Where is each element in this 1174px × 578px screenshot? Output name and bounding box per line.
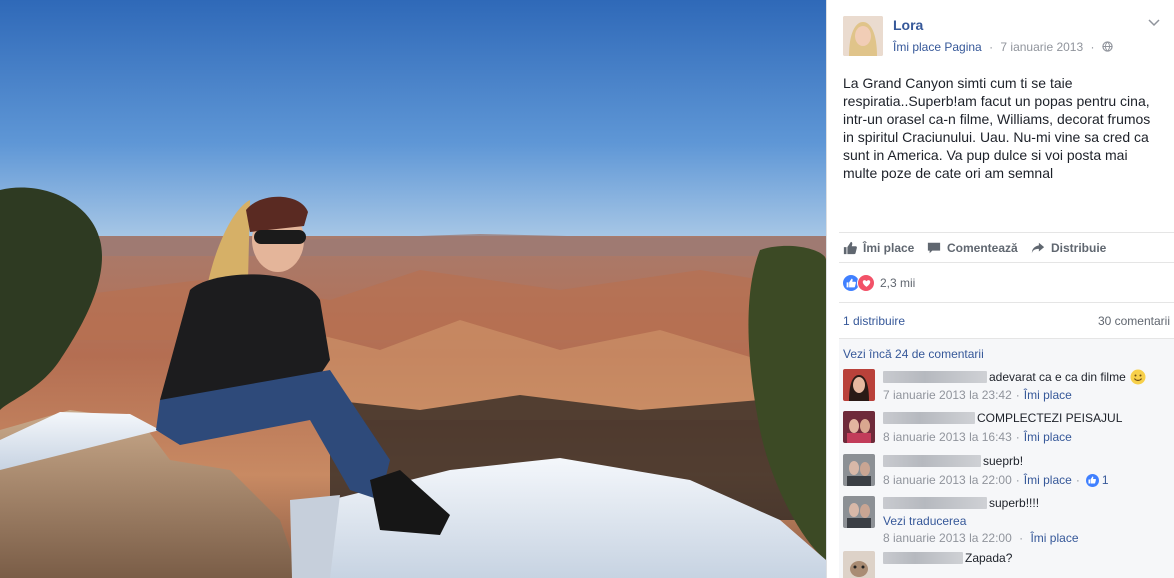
post-header: Lora Îmi place Pagina · 7 ianuarie 2013 …: [843, 16, 1162, 60]
comment-item: Zapada?: [843, 551, 1168, 578]
comment-body: Zapada?: [883, 551, 1012, 565]
comment-date[interactable]: 8 ianuarie 2013 la 22:00: [883, 531, 1012, 545]
comment-text: Zapada?: [965, 551, 1013, 565]
comment-like-link[interactable]: Îmi place: [1024, 473, 1072, 487]
comments-count[interactable]: 30 comentarii: [1098, 314, 1170, 328]
commenter-name-blurred[interactable]: [883, 371, 987, 383]
comment-body: adevarat ca e ca din filme: [883, 369, 1146, 385]
meta-separator: ·: [1015, 473, 1020, 487]
like-reaction-icon: [1085, 473, 1099, 487]
action-bar: Îmi place Comentează Distribuie: [839, 232, 1174, 263]
see-translation-link[interactable]: Vezi traducerea: [883, 514, 966, 528]
post-caption: La Grand Canyon simti cum ti se taie res…: [843, 75, 1151, 181]
smiley-emoji-icon: [1130, 369, 1146, 385]
post-stats: 1 distribuire 30 comentarii: [839, 302, 1174, 339]
commenter-name-blurred[interactable]: [883, 497, 987, 509]
comment-date[interactable]: 7 ianuarie 2013 la 23:42: [883, 388, 1012, 402]
comment-text: adevarat ca e ca din filme: [989, 370, 1126, 384]
meta-separator: ·: [989, 40, 994, 54]
meta-separator: ·: [1015, 430, 1020, 444]
meta-separator: ·: [1015, 388, 1020, 402]
post-meta: Îmi place Pagina · 7 ianuarie 2013 ·: [893, 40, 1113, 54]
comment-item: sueprb! 8 ianuarie 2013 la 22:00 · Îmi p…: [843, 454, 1168, 494]
comment-button[interactable]: Comentează: [927, 241, 1018, 255]
author-name[interactable]: Lora: [893, 17, 923, 33]
like-button[interactable]: Îmi place: [843, 241, 914, 255]
comment-meta: 8 ianuarie 2013 la 22:00 · Îmi place · 1: [883, 473, 1109, 487]
comment-body: COMPLECTEZI PEISAJUL: [883, 411, 1122, 425]
shares-count[interactable]: 1 distribuire: [843, 314, 905, 328]
meta-separator: ·: [1019, 531, 1024, 545]
comment-like-link[interactable]: Îmi place: [1024, 388, 1072, 402]
comment-label: Comentează: [947, 241, 1018, 255]
comment-meta: 8 ianuarie 2013 la 22:00 · Îmi place: [883, 531, 1079, 545]
commenter-avatar[interactable]: [843, 369, 875, 401]
post-sidebar: Lora Îmi place Pagina · 7 ianuarie 2013 …: [826, 0, 1174, 578]
comment-body: sueprb!: [883, 454, 1023, 468]
commenter-name-blurred[interactable]: [883, 455, 981, 467]
grand-canyon-photo: [0, 0, 826, 578]
comment-meta: 8 ianuarie 2013 la 16:43 · Îmi place: [883, 430, 1072, 444]
comment-meta: 7 ianuarie 2013 la 23:42 · Îmi place: [883, 388, 1072, 402]
view-more-comments-link[interactable]: Vezi încă 24 de comentarii: [843, 347, 984, 361]
comments-section: Vezi încă 24 de comentarii adevarat ca e…: [839, 338, 1174, 578]
share-button[interactable]: Distribuie: [1031, 241, 1106, 255]
commenter-avatar[interactable]: [843, 454, 875, 486]
reactions-summary[interactable]: 2,3 mii: [839, 262, 1174, 303]
chevron-down-icon[interactable]: [1148, 16, 1160, 30]
comment-body: superb!!!!: [883, 496, 1039, 510]
author-avatar[interactable]: [843, 16, 883, 56]
like-label: Îmi place: [863, 241, 915, 255]
photo[interactable]: [0, 0, 826, 578]
comment-icon: [927, 242, 941, 254]
commenter-name-blurred[interactable]: [883, 412, 975, 424]
thumbs-up-icon: [843, 241, 857, 255]
comment-like-count[interactable]: 1: [1102, 473, 1109, 487]
comment-text: superb!!!!: [989, 496, 1040, 510]
comment-date[interactable]: 8 ianuarie 2013 la 16:43: [883, 430, 1012, 444]
globe-icon: [1102, 41, 1113, 52]
reaction-count[interactable]: 2,3 mii: [880, 276, 915, 290]
comment-like-link[interactable]: Îmi place: [1030, 531, 1078, 545]
share-icon: [1031, 242, 1045, 254]
comment-item: adevarat ca e ca din filme 7 ianuarie 20…: [843, 369, 1168, 409]
comment-item: COMPLECTEZI PEISAJUL 8 ianuarie 2013 la …: [843, 411, 1168, 451]
meta-separator: ·: [1075, 473, 1080, 487]
comment-text: sueprb!: [983, 454, 1024, 468]
post-date[interactable]: 7 ianuarie 2013: [1000, 40, 1083, 54]
comment-date[interactable]: 8 ianuarie 2013 la 22:00: [883, 473, 1012, 487]
share-label: Distribuie: [1051, 241, 1107, 255]
commenter-avatar[interactable]: [843, 551, 875, 578]
like-page-link[interactable]: Îmi place Pagina: [893, 40, 982, 54]
commenter-avatar[interactable]: [843, 411, 875, 443]
photo-viewer: Lora Îmi place Pagina · 7 ianuarie 2013 …: [0, 0, 1174, 578]
comment-item: superb!!!! Vezi traducerea 8 ianuarie 20…: [843, 496, 1168, 546]
love-reaction-icon: [857, 274, 875, 292]
commenter-avatar[interactable]: [843, 496, 875, 528]
comment-text: COMPLECTEZI PEISAJUL: [977, 411, 1123, 425]
comment-like-link[interactable]: Îmi place: [1024, 430, 1072, 444]
meta-separator-2: ·: [1090, 40, 1095, 54]
commenter-name-blurred[interactable]: [883, 552, 963, 564]
